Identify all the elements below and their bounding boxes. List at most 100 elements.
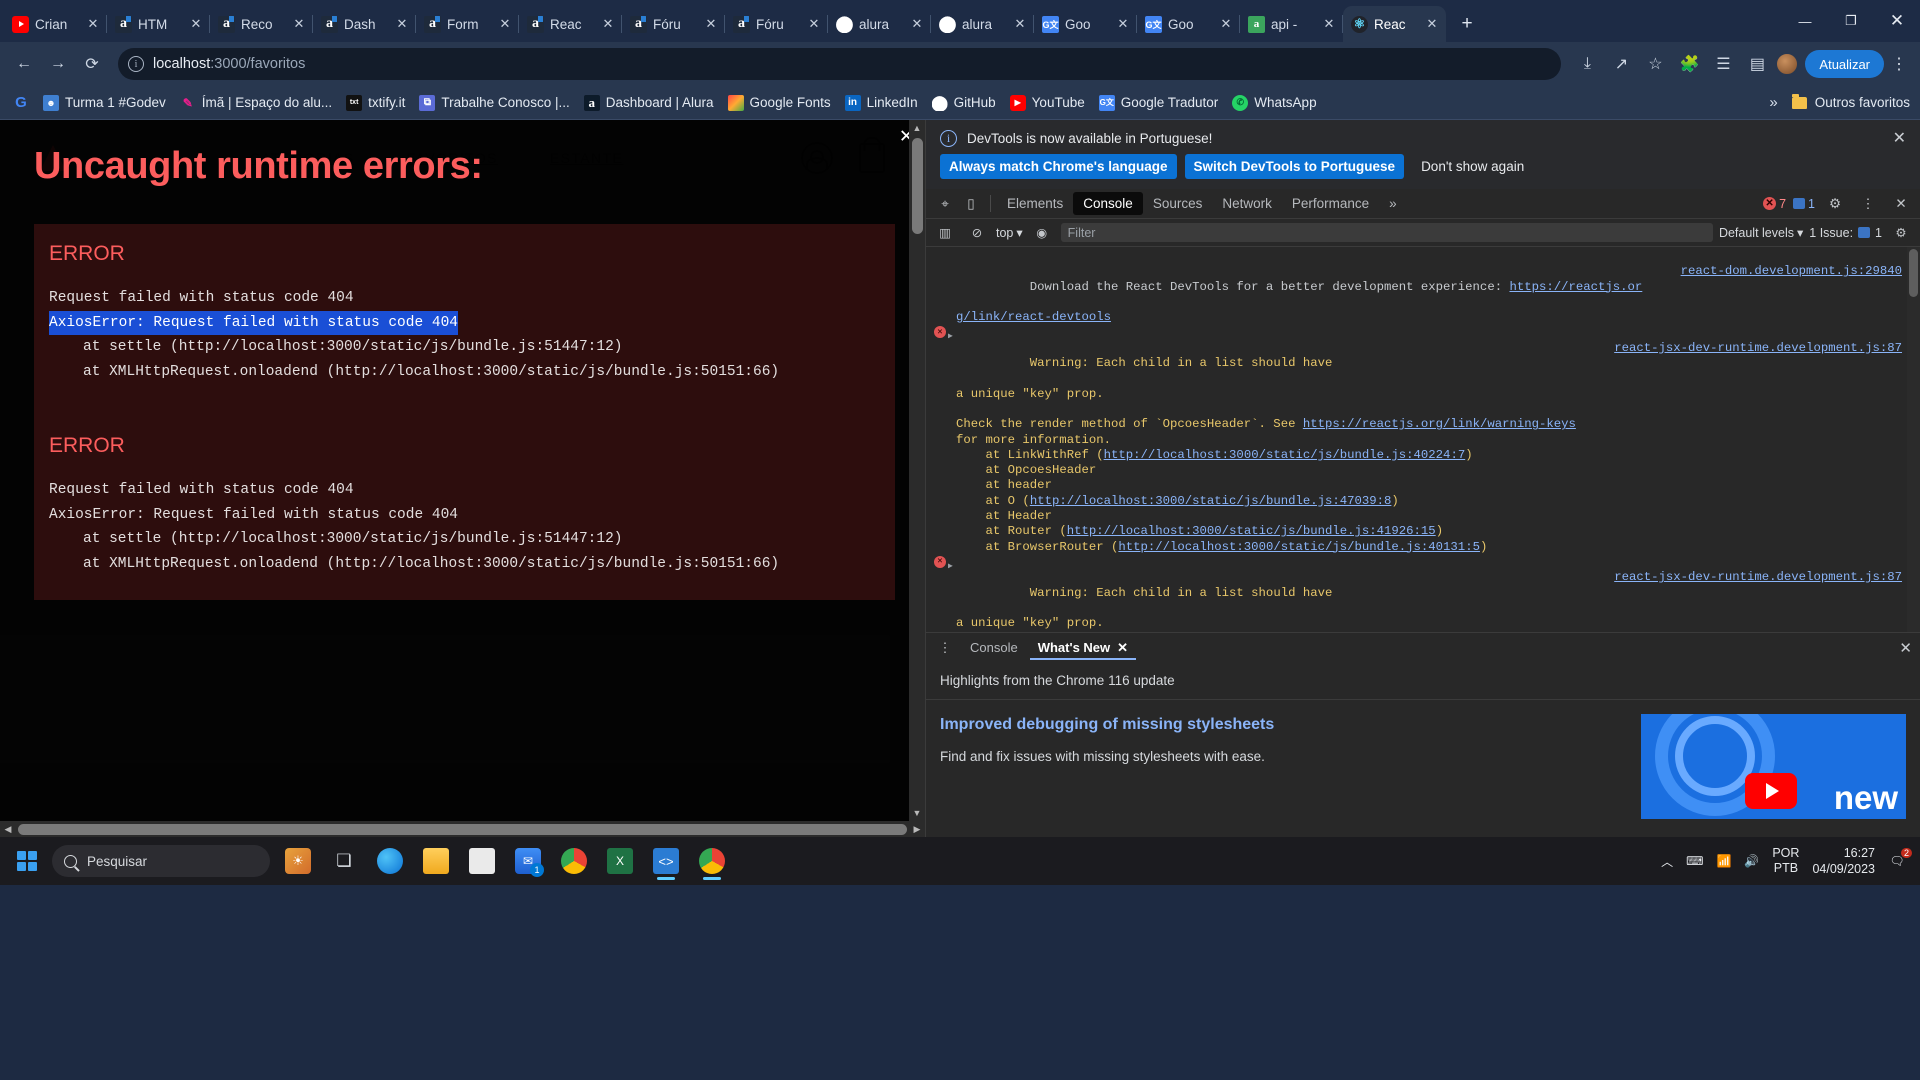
address-bar[interactable]: i localhost:3000/favoritos [118,48,1562,80]
bookmark-item[interactable]: ⬤ GitHub [925,92,1003,114]
chrome-active-button[interactable] [690,841,734,881]
browser-tab[interactable]: a HTM ✕ [107,6,210,42]
forward-icon[interactable]: → [42,48,74,80]
kebab-icon[interactable]: ⋮ [932,635,958,661]
execution-context-dropdown[interactable]: top ▾ [996,225,1023,241]
console-scrollbar[interactable] [1907,247,1920,632]
task-view-button[interactable]: ❏ [322,841,366,881]
browser-tab[interactable]: G文 Goo ✕ [1137,6,1240,42]
volume-icon[interactable]: 🔊 [1744,854,1759,868]
browser-tab[interactable]: a Dash ✕ [313,6,416,42]
tab-close-button[interactable]: ✕ [1323,16,1335,32]
browser-tab[interactable]: a api - ✕ [1240,6,1343,42]
console-source-link[interactable]: react-jsx-dev-runtime.development.js:87 [1614,341,1902,356]
bookmark-item[interactable]: ▶ YouTube [1003,92,1092,114]
bookmark-item[interactable]: Google Fonts [721,92,838,114]
close-devtools-icon[interactable]: ✕ [1888,191,1914,217]
filter-input[interactable]: Filter [1060,223,1713,242]
bookmark-item[interactable]: G文 Google Tradutor [1092,92,1226,114]
device-toolbar-icon[interactable]: ▯ [958,191,984,217]
vscode-button[interactable]: <> [644,841,688,881]
eye-icon[interactable]: ◉ [1029,220,1055,246]
scroll-up-arrow-icon[interactable]: ▲ [913,120,922,136]
gear-icon[interactable]: ⚙ [1822,191,1848,217]
page-vertical-scrollbar[interactable]: ▲ ▼ [909,120,925,821]
bookmark-item[interactable]: ⧉ Trabalhe Conosco |... [412,92,576,114]
tab-close-button[interactable]: ✕ [293,16,305,32]
side-panel-icon[interactable]: ▤ [1741,48,1773,80]
keyboard-icon[interactable]: ⌨ [1686,854,1703,868]
drawer-tab-whats-new[interactable]: What's New ✕ [1029,636,1137,660]
tab-console[interactable]: Console [1073,192,1143,215]
bookmark-item[interactable]: ✆ WhatsApp [1225,92,1323,114]
console-link[interactable]: http://localhost:3000/static/js/bundle.j… [1118,540,1480,554]
browser-tab[interactable]: a Form ✕ [416,6,519,42]
sidebar-icon[interactable]: ▥ [932,220,958,246]
inspect-icon[interactable]: ⌖ [932,191,958,217]
warning-count-badge[interactable]: 1 [1793,197,1815,211]
bookmarks-overflow-button[interactable]: » [1763,94,1783,111]
tab-close-button[interactable]: ✕ [1220,16,1232,32]
tab-network[interactable]: Network [1212,192,1282,215]
browser-tab-active[interactable]: ⚛ Reac ✕ [1343,6,1446,42]
whats-new-thumbnail[interactable]: new [1641,714,1906,819]
reload-icon[interactable]: ⟳ [76,48,108,80]
info-icon[interactable]: i [128,56,144,72]
clear-console-icon[interactable]: ⊘ [964,220,990,246]
tab-close-button[interactable]: ✕ [190,16,202,32]
taskbar-search[interactable]: Pesquisar [52,845,270,877]
tab-elements[interactable]: Elements [997,192,1073,215]
drawer-tab-console[interactable]: Console [962,636,1026,659]
console-source-link[interactable]: react-dom.development.js:29840 [1681,264,1902,279]
log-levels-dropdown[interactable]: Default levels ▾ [1719,225,1803,241]
tab-close-button[interactable]: ✕ [396,16,408,32]
whats-new-heading[interactable]: Improved debugging of missing stylesheet… [940,714,1627,735]
close-window-button[interactable]: ✕ [1874,0,1920,42]
issues-badge[interactable]: 1 Issue: 1 [1809,226,1882,240]
file-explorer-button[interactable] [414,841,458,881]
always-match-language-button[interactable]: Always match Chrome's language [940,154,1177,179]
horizontal-scroll-thumb[interactable] [18,823,907,835]
bookmark-item[interactable]: ☻ Turma 1 #Godev [36,92,173,114]
more-tabs-button[interactable]: » [1379,192,1407,215]
puzzle-icon[interactable]: 🧩 [1673,48,1705,80]
tab-close-button[interactable]: ✕ [911,16,923,32]
excel-button[interactable]: X [598,841,642,881]
close-icon[interactable]: ✕ [1893,128,1910,148]
console-scroll-thumb[interactable] [1909,249,1918,297]
tab-performance[interactable]: Performance [1282,192,1379,215]
browser-tab[interactable]: Crian ✕ [4,6,107,42]
browser-tab[interactable]: G文 Goo ✕ [1034,6,1137,42]
minimize-button[interactable]: — [1782,0,1828,42]
language-indicator[interactable]: POR PTB [1772,846,1799,876]
bookmark-item[interactable]: in LinkedIn [838,92,925,114]
wifi-icon[interactable]: 📶 [1716,854,1731,868]
edge-button[interactable] [368,841,412,881]
bookmark-item[interactable]: G [6,92,36,114]
expand-arrow-icon[interactable]: ▶ [948,326,953,344]
browser-tab[interactable]: a Reac ✕ [519,6,622,42]
tray-expand-icon[interactable]: ︿ [1661,853,1673,870]
kebab-icon[interactable]: ⋮ [1855,191,1881,217]
browser-tab[interactable]: a Reco ✕ [210,6,313,42]
error-detail[interactable]: AxiosError: Request failed with status c… [49,310,458,335]
close-drawer-icon[interactable]: ✕ [1899,639,1920,657]
new-tab-button[interactable]: + [1452,9,1482,39]
expand-arrow-icon[interactable]: ▶ [948,556,953,574]
tab-close-button[interactable]: ✕ [808,16,820,32]
vertical-scroll-thumb[interactable] [911,138,923,234]
tab-close-button[interactable]: ✕ [1014,16,1026,32]
tab-sources[interactable]: Sources [1143,192,1213,215]
maximize-button[interactable]: ❐ [1828,0,1874,42]
share-icon[interactable]: ↗ [1605,48,1637,80]
bookmark-item[interactable]: ✎ Ímã | Espaço do alu... [173,92,339,114]
console-link[interactable]: http://localhost:3000/static/js/bundle.j… [1030,494,1392,508]
browser-menu-icon[interactable]: ⋮ [1886,54,1912,74]
page-horizontal-scrollbar[interactable]: ◀ ▶ [0,821,925,837]
tab-close-button[interactable]: ✕ [499,16,511,32]
browser-tab[interactable]: a Fóru ✕ [725,6,828,42]
microsoft-store-button[interactable] [460,841,504,881]
download-icon[interactable]: ⤓ [1571,48,1603,80]
browser-tab[interactable]: ⬤ alura ✕ [828,6,931,42]
tab-close-button[interactable]: ✕ [1117,16,1129,32]
